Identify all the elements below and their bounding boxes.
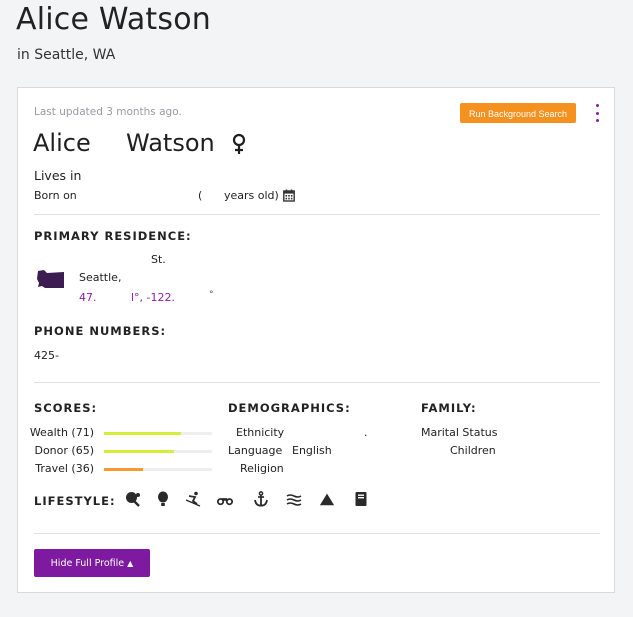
lives-in-label: Lives in <box>34 168 82 183</box>
children-label: Children <box>450 444 496 457</box>
born-paren: ( <box>198 189 203 202</box>
phone-number[interactable]: 425- <box>34 349 59 362</box>
hide-full-profile-label: Hide Full Profile <box>50 558 125 569</box>
address-street: St. <box>151 253 166 266</box>
female-icon <box>232 133 246 154</box>
page-subtitle: in Seattle, WA <box>17 47 116 63</box>
primary-residence-heading: PRIMARY RESIDENCE: <box>34 229 192 243</box>
calendar-icon[interactable] <box>283 189 295 202</box>
address-city: Seattle, <box>79 271 122 284</box>
score-row: Wealth (71) <box>30 426 214 440</box>
born-row: Born on ( years old) <box>34 189 334 205</box>
score-label: Travel (36) <box>35 462 94 475</box>
page-title: Alice Watson <box>16 2 211 37</box>
score-label: Wealth (71) <box>29 426 94 439</box>
score-row: Travel (36) <box>34 462 214 476</box>
ethnicity-value: . <box>364 426 368 439</box>
book-icon <box>355 492 367 506</box>
language-label: Language <box>228 444 283 457</box>
chevron-up-icon: ▲ <box>127 559 134 568</box>
years-old-label: years old) <box>224 189 279 202</box>
mountain-icon <box>319 493 335 506</box>
hot-air-balloon-icon <box>158 491 168 506</box>
family-heading: FAMILY: <box>421 401 477 415</box>
religion-label: Religion <box>240 462 284 475</box>
kebab-menu-icon[interactable] <box>592 104 602 122</box>
language-value: English <box>292 444 332 457</box>
hide-full-profile-button[interactable]: Hide Full Profile ▲ <box>34 549 150 577</box>
phone-numbers-heading: PHONE NUMBERS: <box>34 324 167 338</box>
marital-status-label: Marital Status <box>421 426 498 439</box>
score-bar-track <box>104 450 212 453</box>
ethnicity-label: Ethnicity <box>236 426 285 439</box>
scores-heading: SCORES: <box>34 401 98 415</box>
divider <box>34 382 600 383</box>
water-icon <box>286 494 302 506</box>
washington-state-icon <box>37 270 64 288</box>
score-bar-fill <box>104 450 175 453</box>
skiing-icon <box>185 491 201 507</box>
ping-pong-icon <box>126 492 140 507</box>
score-label: Donor (65) <box>34 444 94 457</box>
score-bar-fill <box>104 468 143 471</box>
address-longitude[interactable]: l°, -122. <box>131 291 175 304</box>
anchor-icon <box>254 491 268 507</box>
divider <box>34 214 600 215</box>
lifestyle-heading: LIFESTYLE: <box>34 494 116 508</box>
score-bar-fill <box>104 432 181 435</box>
first-name: Alice <box>33 129 91 157</box>
address-latitude[interactable]: 47. <box>79 291 97 304</box>
motorcycle-icon <box>217 498 233 506</box>
score-bar-track <box>104 432 212 435</box>
run-background-search-button[interactable]: Run Background Search <box>460 103 576 123</box>
last-name: Watson <box>126 129 215 157</box>
profile-card: Last updated 3 months ago. Run Backgroun… <box>17 87 615 593</box>
last-updated-text: Last updated 3 months ago. <box>34 106 182 118</box>
score-row: Donor (65) <box>34 444 214 458</box>
score-bar-track <box>104 468 212 471</box>
address-degree: ° <box>209 290 214 300</box>
divider <box>34 533 600 534</box>
demographics-heading: DEMOGRAPHICS: <box>228 401 351 415</box>
born-on-label: Born on <box>34 189 77 202</box>
